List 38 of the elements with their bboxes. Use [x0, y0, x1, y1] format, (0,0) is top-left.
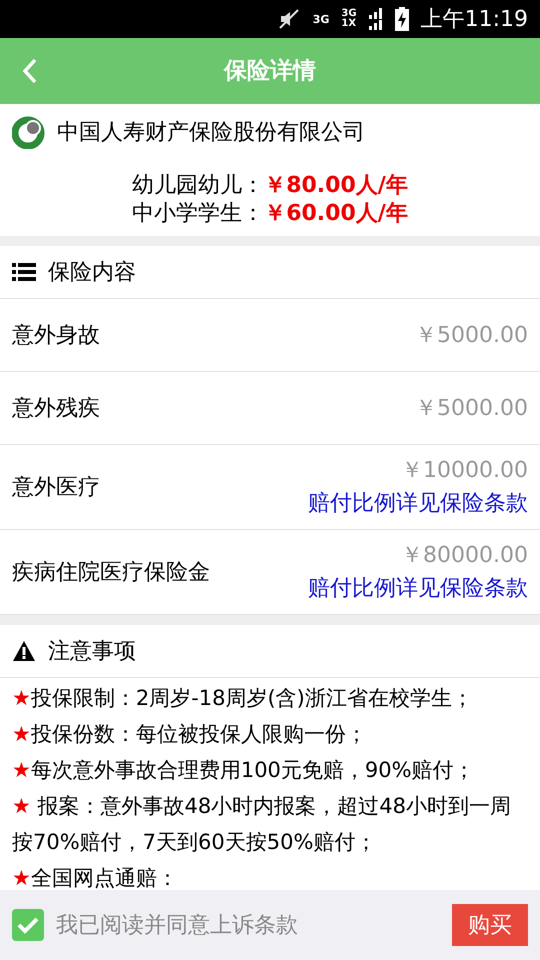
coverage-name: 疾病住院医疗保险金 — [12, 558, 210, 586]
coverage-amount: ￥10000.00 — [401, 457, 528, 485]
coverage-name: 意外残疾 — [12, 394, 100, 422]
battery-icon — [394, 7, 409, 31]
check-icon — [17, 916, 39, 934]
warning-icon — [12, 640, 36, 662]
coverage-amount: ￥5000.00 — [415, 322, 528, 350]
agree-label: 我已阅读并同意上诉条款 — [56, 912, 298, 940]
terms-link[interactable]: 赔付比例详见保险条款 — [308, 572, 528, 605]
price-label: 中小学学生： — [132, 200, 264, 228]
network-label: 3G — [341, 9, 357, 19]
network-label: 1X — [341, 19, 357, 29]
terms-link[interactable]: 赔付比例详见保险条款 — [308, 487, 528, 520]
note-text: ★投保份数：每位被投保人限购一份； — [12, 721, 368, 748]
clock-time: 上午11:19 — [420, 6, 528, 34]
back-icon — [22, 58, 38, 84]
page-title: 保险详情 — [224, 56, 316, 86]
section-title: 保险内容 — [48, 258, 136, 286]
coverage-name: 意外身故 — [12, 322, 100, 350]
buy-button[interactable]: 购买 — [452, 904, 528, 946]
note-text: ★每次意外事故合理费用100元免赔，90%赔付； — [12, 757, 476, 784]
note-text: ★ 报案：意外事故48小时内报案，超过48小时到一周按70%赔付，7天到60天按50%赔付； — [12, 793, 512, 856]
mute-icon — [276, 7, 301, 31]
section-title: 注意事项 — [48, 638, 136, 666]
company-logo-icon — [12, 116, 45, 148]
coverage-amount: ￥80000.00 — [401, 542, 528, 570]
company-name: 中国人寿财产保险股份有限公司 — [57, 118, 365, 146]
price-value: ￥80.00人/年 — [264, 172, 408, 200]
network-label: 3G — [312, 14, 330, 24]
coverage-name: 意外医疗 — [12, 474, 100, 502]
note-text: ★投保限制：2周岁-18周岁(含)浙江省在校学生； — [12, 685, 474, 712]
price-label: 幼儿园幼儿： — [132, 172, 264, 200]
coverage-amount: ￥5000.00 — [415, 394, 528, 422]
note-text: ★全国网点通赔： — [12, 865, 179, 890]
agree-checkbox[interactable] — [12, 909, 44, 941]
list-icon — [12, 262, 36, 282]
signal-icon — [368, 7, 383, 31]
price-value: ￥60.00人/年 — [264, 200, 408, 228]
